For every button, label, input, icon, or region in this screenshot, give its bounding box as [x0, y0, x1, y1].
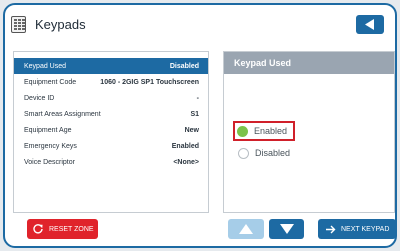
- list-item-voice-descriptor[interactable]: Voice Descriptor <None>: [14, 154, 208, 170]
- triangle-left-icon: [365, 19, 374, 30]
- previous-button[interactable]: [228, 219, 264, 239]
- radio-unchecked-icon[interactable]: [238, 147, 249, 159]
- property-label: Emergency Keys: [24, 142, 77, 150]
- reset-icon: [33, 224, 43, 234]
- detail-title: Keypad Used: [224, 52, 394, 74]
- list-item-equipment-age[interactable]: Equipment Age New: [14, 122, 208, 138]
- next-keypad-button[interactable]: NEXT KEYPAD: [318, 219, 396, 239]
- property-value: 1060 - 2GIG SP1 Touchscreen: [100, 78, 199, 86]
- property-value: Disabled: [169, 62, 199, 70]
- option-enabled[interactable]: Enabled: [233, 121, 296, 141]
- triangle-down-icon: [280, 224, 294, 234]
- triangle-up-icon: [239, 224, 253, 234]
- property-value: -: [196, 94, 199, 102]
- next-button[interactable]: [269, 219, 304, 239]
- property-label: Equipment Code: [24, 78, 77, 86]
- detail-panel: Keypad Used Enabled Disabled: [223, 51, 395, 213]
- reset-zone-button[interactable]: RESET ZONE: [27, 219, 98, 239]
- list-item-device-id[interactable]: Device ID -: [14, 90, 208, 106]
- property-value: New: [184, 126, 199, 134]
- property-label: Voice Descriptor: [24, 158, 75, 166]
- option-label: Enabled: [254, 126, 288, 136]
- option-label: Disabled: [255, 148, 291, 158]
- property-label: Device ID: [24, 94, 55, 102]
- property-value: Enabled: [171, 142, 199, 150]
- radio-checked-icon[interactable]: [237, 125, 248, 137]
- list-item-smart-areas-assignment[interactable]: Smart Areas Assignment S1: [14, 106, 208, 122]
- property-label: Equipment Age: [24, 126, 72, 134]
- arrow-right-icon: [326, 225, 336, 233]
- header: Keypads: [5, 5, 395, 45]
- list-item-keypad-used[interactable]: Keypad Used Disabled: [14, 58, 208, 74]
- back-button[interactable]: [356, 15, 384, 34]
- property-value: S1: [190, 110, 199, 118]
- list-item-equipment-code[interactable]: Equipment Code 1060 - 2GIG SP1 Touchscre…: [14, 74, 208, 90]
- property-label: Keypad Used: [24, 62, 67, 70]
- window-frame: Keypads Keypad Used Disabled Equipment C…: [3, 3, 397, 248]
- properties-list: Keypad Used Disabled Equipment Code 1060…: [13, 51, 209, 213]
- page-title: Keypads: [35, 17, 86, 32]
- keypad-icon: [11, 16, 26, 33]
- list-item-emergency-keys[interactable]: Emergency Keys Enabled: [14, 138, 208, 154]
- reset-zone-label: RESET ZONE: [49, 225, 94, 233]
- property-value: <None>: [173, 158, 199, 166]
- option-disabled[interactable]: Disabled: [238, 143, 290, 163]
- property-label: Smart Areas Assignment: [24, 110, 101, 118]
- next-keypad-label: NEXT KEYPAD: [341, 225, 390, 233]
